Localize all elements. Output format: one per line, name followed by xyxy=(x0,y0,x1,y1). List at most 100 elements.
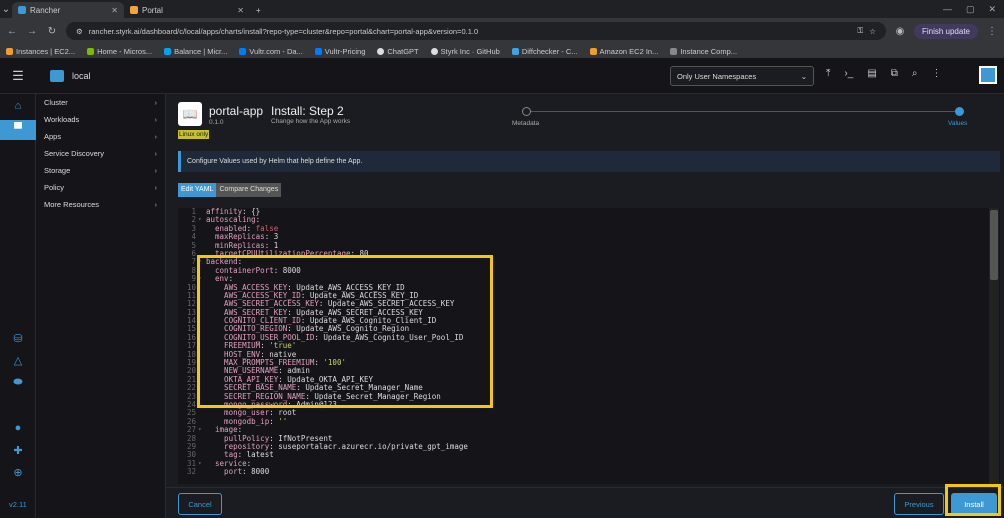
virtualization-icon[interactable]: ⬬ xyxy=(10,376,26,390)
home-icon[interactable]: ⌂ xyxy=(10,100,26,114)
yaml-line[interactable]: 26 mongodb_ip: '' xyxy=(178,417,1000,426)
bookmark-star-icon[interactable]: ☆ xyxy=(869,27,876,36)
profile-icon[interactable]: ◉ xyxy=(894,26,906,37)
fold-toggle[interactable] xyxy=(198,225,206,233)
bookmark-item[interactable]: Home - Micros... xyxy=(87,47,152,56)
new-tab-button[interactable]: + xyxy=(250,2,267,18)
reload-icon[interactable]: ↻ xyxy=(46,26,58,37)
browser-tab-rancher[interactable]: Rancher ✕ xyxy=(12,2,124,18)
yaml-line[interactable]: 30 tag: latest xyxy=(178,450,1000,459)
close-icon[interactable]: ✕ xyxy=(237,6,244,15)
bookmark-item[interactable]: Amazon EC2 In... xyxy=(589,47,658,56)
bookmark-item[interactable]: Instances | EC2... xyxy=(6,47,75,56)
diffchecker-icon xyxy=(511,47,519,55)
bookmark-item[interactable]: Vultr.com - Da... xyxy=(239,47,303,56)
yaml-line[interactable]: 2 ▾ autoscaling: xyxy=(178,215,1000,224)
linux-only-badge: Linux only xyxy=(178,130,210,139)
search-icon[interactable]: ⌕ xyxy=(912,68,918,79)
fold-toggle[interactable] xyxy=(198,443,206,451)
bookmark-item[interactable]: Vultr-Pricing xyxy=(314,47,365,56)
yaml-line[interactable]: 29 repository: suseportalacr.azurecr.io/… xyxy=(178,442,1000,451)
bookmark-item[interactable]: ChatGPT xyxy=(377,47,419,56)
rancher-version[interactable]: v2.11 xyxy=(9,500,27,509)
browser-menu-icon[interactable]: ⋮ xyxy=(986,26,998,37)
site-info-icon[interactable]: ⚙ xyxy=(76,27,83,36)
editor-scrollbar[interactable] xyxy=(989,208,999,484)
bookmark-item[interactable]: Balance | Micr... xyxy=(164,47,227,56)
nav-service-discovery[interactable]: Service Discovery › xyxy=(36,145,165,162)
fold-toggle[interactable] xyxy=(198,418,206,426)
bookmark-item[interactable]: Instance Comp... xyxy=(670,47,737,56)
fold-toggle[interactable]: ▾ xyxy=(198,216,206,224)
global-settings-icon[interactable]: ⊕ xyxy=(10,466,26,480)
yaml-line[interactable]: 3 enabled: false xyxy=(178,224,1000,233)
bookmark-item[interactable]: Styrk Inc · GitHub xyxy=(430,47,500,56)
namespace-filter-select[interactable]: Only User Namespaces ⌄ xyxy=(670,66,814,86)
kubectl-shell-icon[interactable]: ›_ xyxy=(844,68,853,79)
tab-search-icon[interactable]: ⌄ xyxy=(0,4,12,15)
portal-favicon-icon xyxy=(130,6,138,14)
yaml-line[interactable]: 32 port: 8000 xyxy=(178,467,1000,477)
minimize-icon[interactable]: — xyxy=(943,4,952,15)
users-icon[interactable]: ● xyxy=(10,422,26,436)
tab-compare-changes[interactable]: Compare Changes xyxy=(216,183,282,197)
fold-toggle[interactable] xyxy=(198,435,206,443)
back-icon[interactable]: ← xyxy=(6,26,18,37)
nav-workloads[interactable]: Workloads › xyxy=(36,111,165,128)
fold-toggle[interactable] xyxy=(198,451,206,459)
close-window-icon[interactable]: ✕ xyxy=(988,4,996,15)
browser-tab-portal[interactable]: Portal ✕ xyxy=(124,2,250,18)
copy-kubeconfig-icon[interactable]: ⧉ xyxy=(891,68,898,79)
fold-toggle[interactable]: ▾ xyxy=(198,460,206,468)
url-field[interactable]: ⚙ rancher.styrk.ai/dashboard/c/local/app… xyxy=(66,22,886,40)
fold-toggle[interactable] xyxy=(198,208,206,216)
yaml-line[interactable]: 1 affinity: {} xyxy=(178,208,1000,216)
nav-apps[interactable]: Apps › xyxy=(36,128,165,145)
github-icon xyxy=(430,47,438,55)
side-nav: Cluster › Workloads › Apps › Service Discov… xyxy=(36,94,166,518)
tab-edit-yaml[interactable]: Edit YAML xyxy=(178,183,217,197)
address-bar-row: ← → ↻ ⚙ rancher.styrk.ai/dashboard/c/loc… xyxy=(0,18,1004,44)
nav-storage[interactable]: Storage › xyxy=(36,162,165,179)
step-values-label: Values xyxy=(948,120,968,127)
left-rail: ⌂ ▀ ⛁ △ ⬬ ● ✚ ⊕ xyxy=(0,94,36,518)
fold-toggle[interactable]: ▾ xyxy=(198,426,206,434)
fold-toggle[interactable] xyxy=(198,242,206,250)
bookmark-item[interactable]: Diffchecker - C... xyxy=(511,47,578,56)
fleet-icon[interactable]: △ xyxy=(10,354,26,368)
yaml-line[interactable]: 4 maxReplicas: 3 xyxy=(178,232,1000,241)
step-metadata-label: Metadata xyxy=(512,120,540,127)
fold-toggle[interactable] xyxy=(198,468,206,476)
key-icon[interactable]: ⚿ xyxy=(858,26,864,36)
instance-icon xyxy=(670,47,678,55)
cluster-local-icon[interactable]: ▀ xyxy=(0,120,36,140)
kubeconfig-download-icon[interactable]: ▤ xyxy=(867,68,876,79)
forward-icon[interactable]: → xyxy=(26,26,38,37)
import-yaml-icon[interactable]: ⤒ xyxy=(826,68,830,79)
finish-update-button[interactable]: Finish update xyxy=(913,23,978,39)
yaml-line[interactable]: 25 mongo_user: root xyxy=(178,408,1000,417)
browser-tab-strip: ⌄ Rancher ✕ Portal ✕ + — ▢ ✕ xyxy=(0,0,1004,18)
more-menu-icon[interactable]: ⋮ xyxy=(932,68,942,79)
hamburger-menu-icon[interactable]: ☰ xyxy=(0,68,36,84)
line-number: 32 xyxy=(186,467,196,477)
nav-more-resources[interactable]: More Resources › xyxy=(36,196,165,213)
yaml-key: port xyxy=(206,467,243,477)
close-icon[interactable]: ✕ xyxy=(111,6,118,15)
avatar[interactable] xyxy=(979,66,997,84)
step-metadata-dot[interactable] xyxy=(522,107,531,116)
cancel-button[interactable]: Cancel xyxy=(178,493,222,515)
nav-policy[interactable]: Policy › xyxy=(36,179,165,196)
fold-toggle[interactable] xyxy=(198,409,206,417)
scrollbar-thumb[interactable] xyxy=(990,210,998,280)
nav-cluster[interactable]: Cluster › xyxy=(36,94,165,111)
tab-label: Rancher xyxy=(30,5,61,15)
cluster-selector[interactable]: local xyxy=(50,69,91,82)
fold-toggle[interactable] xyxy=(198,233,206,241)
cluster-management-icon[interactable]: ⛁ xyxy=(10,332,26,346)
extensions-icon[interactable]: ✚ xyxy=(10,444,26,458)
yaml-line[interactable]: 31 ▾ service: xyxy=(178,459,1000,468)
previous-button[interactable]: Previous xyxy=(894,493,944,515)
step-values-dot[interactable] xyxy=(955,107,964,116)
maximize-icon[interactable]: ▢ xyxy=(966,4,975,15)
